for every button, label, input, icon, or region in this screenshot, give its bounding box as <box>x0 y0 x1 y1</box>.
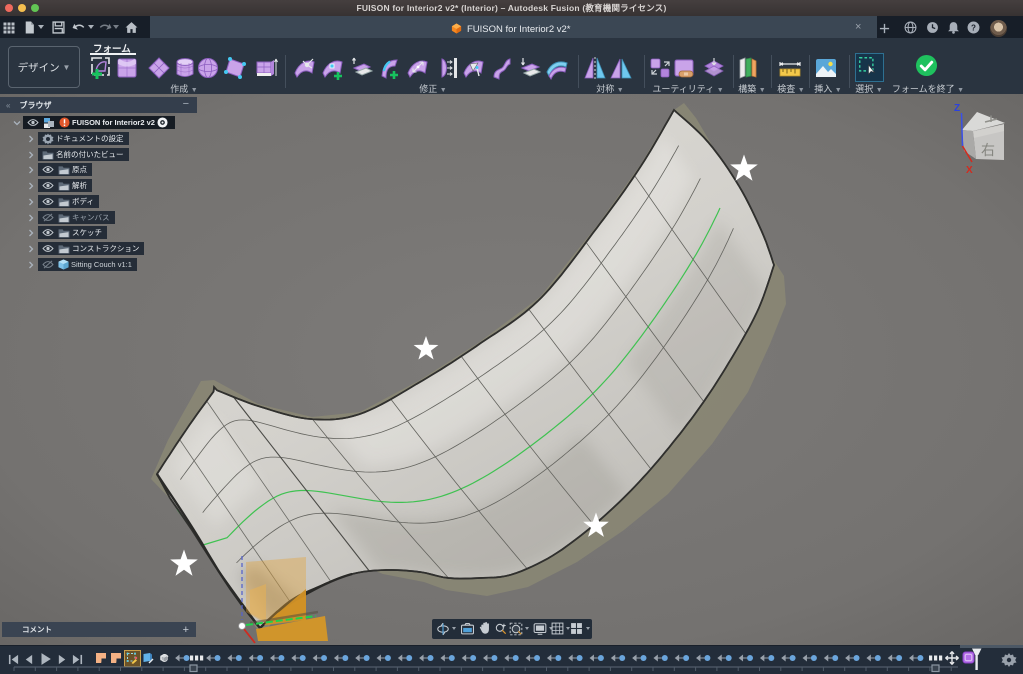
svg-text:Z: Z <box>954 103 960 114</box>
svg-text:X: X <box>966 165 973 176</box>
svg-text:?: ? <box>971 23 976 32</box>
svg-text:右: 右 <box>981 142 995 158</box>
